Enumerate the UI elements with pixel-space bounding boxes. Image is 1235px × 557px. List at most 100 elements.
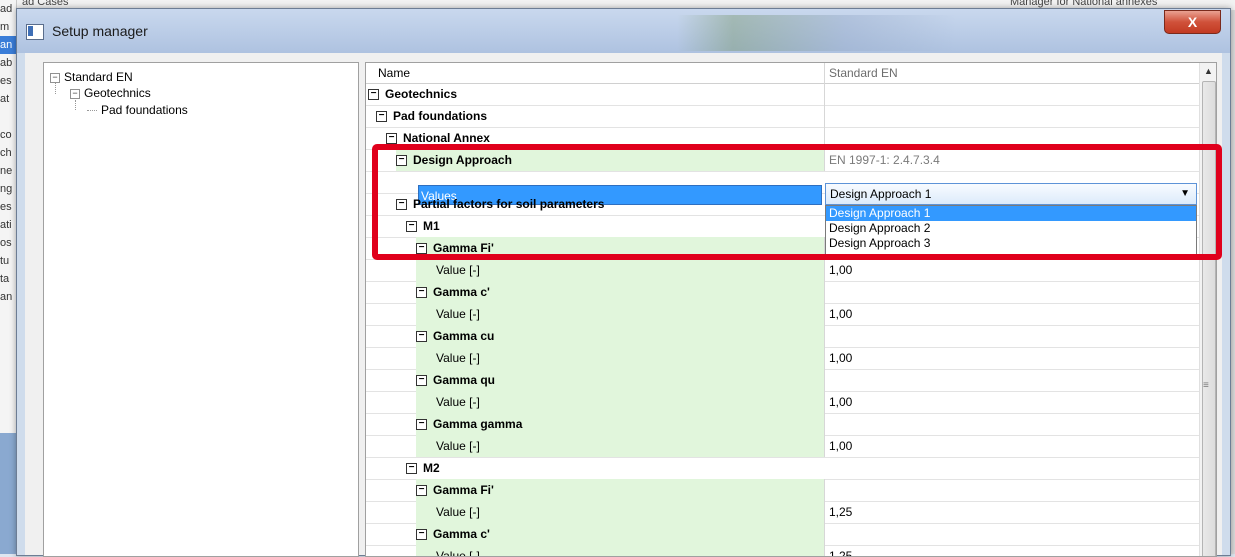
row-label: M2	[423, 461, 440, 475]
background-left-item: ta	[0, 273, 10, 285]
tree-item-geotechnics[interactable]: − Geotechnics	[70, 85, 151, 101]
grid-header: Name Standard EN	[366, 63, 1199, 84]
collapse-icon[interactable]: −	[70, 88, 80, 99]
window-title: Setup manager	[52, 23, 148, 39]
row-value	[824, 281, 1197, 303]
row-value	[824, 413, 1197, 435]
title-bar[interactable]: Setup manager X	[17, 9, 1230, 53]
tree-item-label: Geotechnics	[84, 86, 151, 100]
row-value[interactable]: 1,00	[824, 391, 1197, 413]
tree-connector	[75, 100, 76, 110]
highlight-annotation-box	[372, 144, 1222, 260]
row-label: Gamma qu	[433, 373, 496, 387]
property-grid: Name Standard EN − Geotechnics − Pad found…	[365, 62, 1217, 557]
collapse-icon[interactable]: −	[416, 419, 427, 431]
row-name: − Gamma cu	[416, 325, 824, 347]
grid-row-gamma-gamma[interactable]: − Gamma gamma	[366, 413, 1199, 436]
background-left-item: an	[0, 291, 13, 303]
row-label: Gamma Fi'	[433, 483, 494, 497]
grid-row-value[interactable]: Value [-] 1,00	[366, 259, 1199, 282]
collapse-icon[interactable]: −	[376, 111, 387, 123]
row-name: − Gamma c'	[416, 523, 824, 545]
column-header-name: Name	[378, 66, 411, 80]
tree-item-label: Pad foundations	[101, 103, 188, 117]
row-label: Value [-]	[416, 545, 824, 556]
row-value	[824, 325, 1197, 347]
grid-row-value[interactable]: Value [-] 1,00	[366, 391, 1199, 414]
window-icon	[26, 24, 44, 40]
background-left-item: co	[0, 129, 12, 141]
background-left-dark-block	[0, 433, 16, 554]
row-value	[824, 83, 1197, 105]
row-name: − Gamma qu	[416, 369, 824, 391]
background-left-item: os	[0, 237, 12, 249]
collapse-icon[interactable]: −	[416, 287, 427, 299]
grid-row-value[interactable]: Value [-] 1,25	[366, 545, 1199, 556]
collapse-icon[interactable]: −	[416, 331, 427, 343]
row-label: National Annex	[403, 131, 490, 145]
background-left-item	[0, 108, 16, 126]
row-label: Value [-]	[416, 303, 824, 325]
background-left-item: ab	[0, 57, 13, 69]
background-left-item: ad	[0, 3, 13, 15]
collapse-icon[interactable]: −	[386, 133, 397, 145]
grid-row-m2[interactable]: − M2	[366, 457, 1199, 480]
row-label: Value [-]	[416, 391, 824, 413]
collapse-icon[interactable]: −	[406, 463, 417, 475]
background-left-item: ch	[0, 147, 12, 159]
grid-row-value[interactable]: Value [-] 1,00	[366, 347, 1199, 370]
collapse-icon[interactable]: −	[416, 485, 427, 497]
row-name: − Gamma gamma	[416, 413, 824, 435]
grid-row-geotechnics[interactable]: − Geotechnics	[366, 83, 1199, 106]
background-thumbnails	[677, 15, 957, 51]
row-label: Gamma c'	[433, 285, 490, 299]
tree-item-standard-en[interactable]: − Standard EN	[50, 69, 133, 85]
row-name: − Gamma Fi'	[416, 479, 824, 501]
vertical-scrollbar[interactable]: ▲ ≡	[1199, 63, 1216, 556]
collapse-icon[interactable]: −	[368, 89, 379, 101]
row-name: − M2	[406, 457, 824, 479]
tree-item-pad-foundations[interactable]: Pad foundations	[87, 102, 188, 118]
row-label: Value [-]	[416, 501, 824, 523]
row-label: Gamma cu	[433, 329, 495, 343]
grid-row-value[interactable]: Value [-] 1,00	[366, 435, 1199, 458]
background-left-item: ne	[0, 165, 13, 177]
row-value	[824, 105, 1197, 127]
grid-row-gamma-c[interactable]: − Gamma c'	[366, 281, 1199, 304]
background-left-item: m	[0, 21, 10, 33]
row-value[interactable]: 1,25	[824, 545, 1197, 556]
background-title-left: ad Cases	[22, 0, 69, 8]
row-name: − Pad foundations	[366, 105, 487, 127]
row-label: Gamma gamma	[433, 417, 523, 431]
collapse-icon[interactable]: −	[416, 375, 427, 387]
tree-item-label: Standard EN	[64, 70, 133, 84]
collapse-icon[interactable]: −	[416, 529, 427, 541]
grid-row-gamma-fi[interactable]: − Gamma Fi'	[366, 479, 1199, 502]
background-left-item: es	[0, 75, 12, 87]
row-value[interactable]: 1,00	[824, 259, 1197, 281]
row-value[interactable]: 1,25	[824, 501, 1197, 523]
grid-row-gamma-qu[interactable]: − Gamma qu	[366, 369, 1199, 392]
close-button[interactable]: X	[1164, 10, 1221, 34]
collapse-icon[interactable]: −	[50, 72, 60, 83]
scroll-grip-icon: ≡	[1203, 380, 1209, 391]
grid-row-pad-foundations[interactable]: − Pad foundations	[366, 105, 1199, 128]
tree-branch-line	[87, 110, 97, 112]
background-title-right: Manager for National annexes	[1010, 0, 1158, 8]
column-header-value: Standard EN	[824, 63, 1197, 83]
scroll-up-icon[interactable]: ▲	[1200, 63, 1216, 80]
row-value[interactable]: 1,00	[824, 435, 1197, 457]
grid-row-value[interactable]: Value [-] 1,00	[366, 303, 1199, 326]
row-value[interactable]: 1,00	[824, 303, 1197, 325]
grid-row-gamma-c[interactable]: − Gamma c'	[366, 523, 1199, 546]
row-name: − Geotechnics	[366, 83, 457, 105]
background-left-item: es	[0, 201, 12, 213]
row-value	[824, 523, 1197, 545]
grid-row-value[interactable]: Value [-] 1,25	[366, 501, 1199, 524]
background-left-item: at	[0, 93, 10, 105]
row-label: Geotechnics	[385, 87, 458, 101]
row-label: Value [-]	[416, 259, 824, 281]
row-value[interactable]: 1,00	[824, 347, 1197, 369]
background-left-item: ati	[0, 219, 12, 231]
grid-row-gamma-cu[interactable]: − Gamma cu	[366, 325, 1199, 348]
